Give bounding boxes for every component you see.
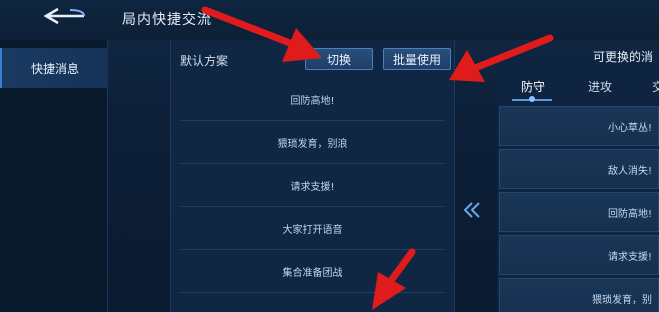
list-item[interactable]: 敌人消失! bbox=[499, 149, 659, 189]
sidebar-item-quick-messages[interactable]: 快捷消息 bbox=[0, 48, 108, 88]
switch-button-label: 切换 bbox=[326, 52, 351, 67]
list-item[interactable]: 请求支援! bbox=[499, 235, 659, 275]
replaceable-message-list: 小心草丛! 敌人消失! 回防高地! 请求支援! 猥琐发育，别 bbox=[499, 106, 659, 312]
batch-use-button-label: 批量使用 bbox=[392, 52, 441, 67]
tab-third[interactable]: 交 bbox=[652, 78, 659, 95]
red-arrow-icon bbox=[201, 6, 322, 62]
replaceable-messages-title: 可更换的消 bbox=[593, 50, 654, 64]
page-title: 局内快捷交流 bbox=[122, 12, 212, 28]
double-chevron-left-icon bbox=[463, 202, 480, 218]
back-arrow-icon bbox=[43, 7, 85, 25]
red-arrow-icon bbox=[372, 248, 416, 310]
list-item[interactable]: 请求支援! bbox=[180, 164, 445, 207]
list-item[interactable]: 回防高地! bbox=[499, 192, 659, 232]
active-tab-dot bbox=[529, 96, 535, 102]
list-item[interactable]: 大家打开语音 bbox=[180, 207, 445, 250]
sidebar: 快捷消息 bbox=[0, 40, 108, 312]
tab-attack[interactable]: 进攻 bbox=[588, 78, 612, 95]
sidebar-item-label: 快捷消息 bbox=[30, 61, 79, 76]
list-item[interactable]: 回防高地! bbox=[180, 78, 445, 121]
back-button[interactable] bbox=[40, 6, 90, 26]
list-item[interactable]: 猥琐发育，别 bbox=[499, 278, 659, 312]
batch-use-button[interactable]: 批量使用 bbox=[383, 48, 451, 70]
list-item[interactable]: 小心草丛! bbox=[499, 106, 659, 146]
move-left-button[interactable] bbox=[460, 198, 484, 222]
red-arrow-icon bbox=[449, 34, 554, 82]
list-item[interactable]: 猥琐发育，别浪 bbox=[180, 121, 445, 164]
